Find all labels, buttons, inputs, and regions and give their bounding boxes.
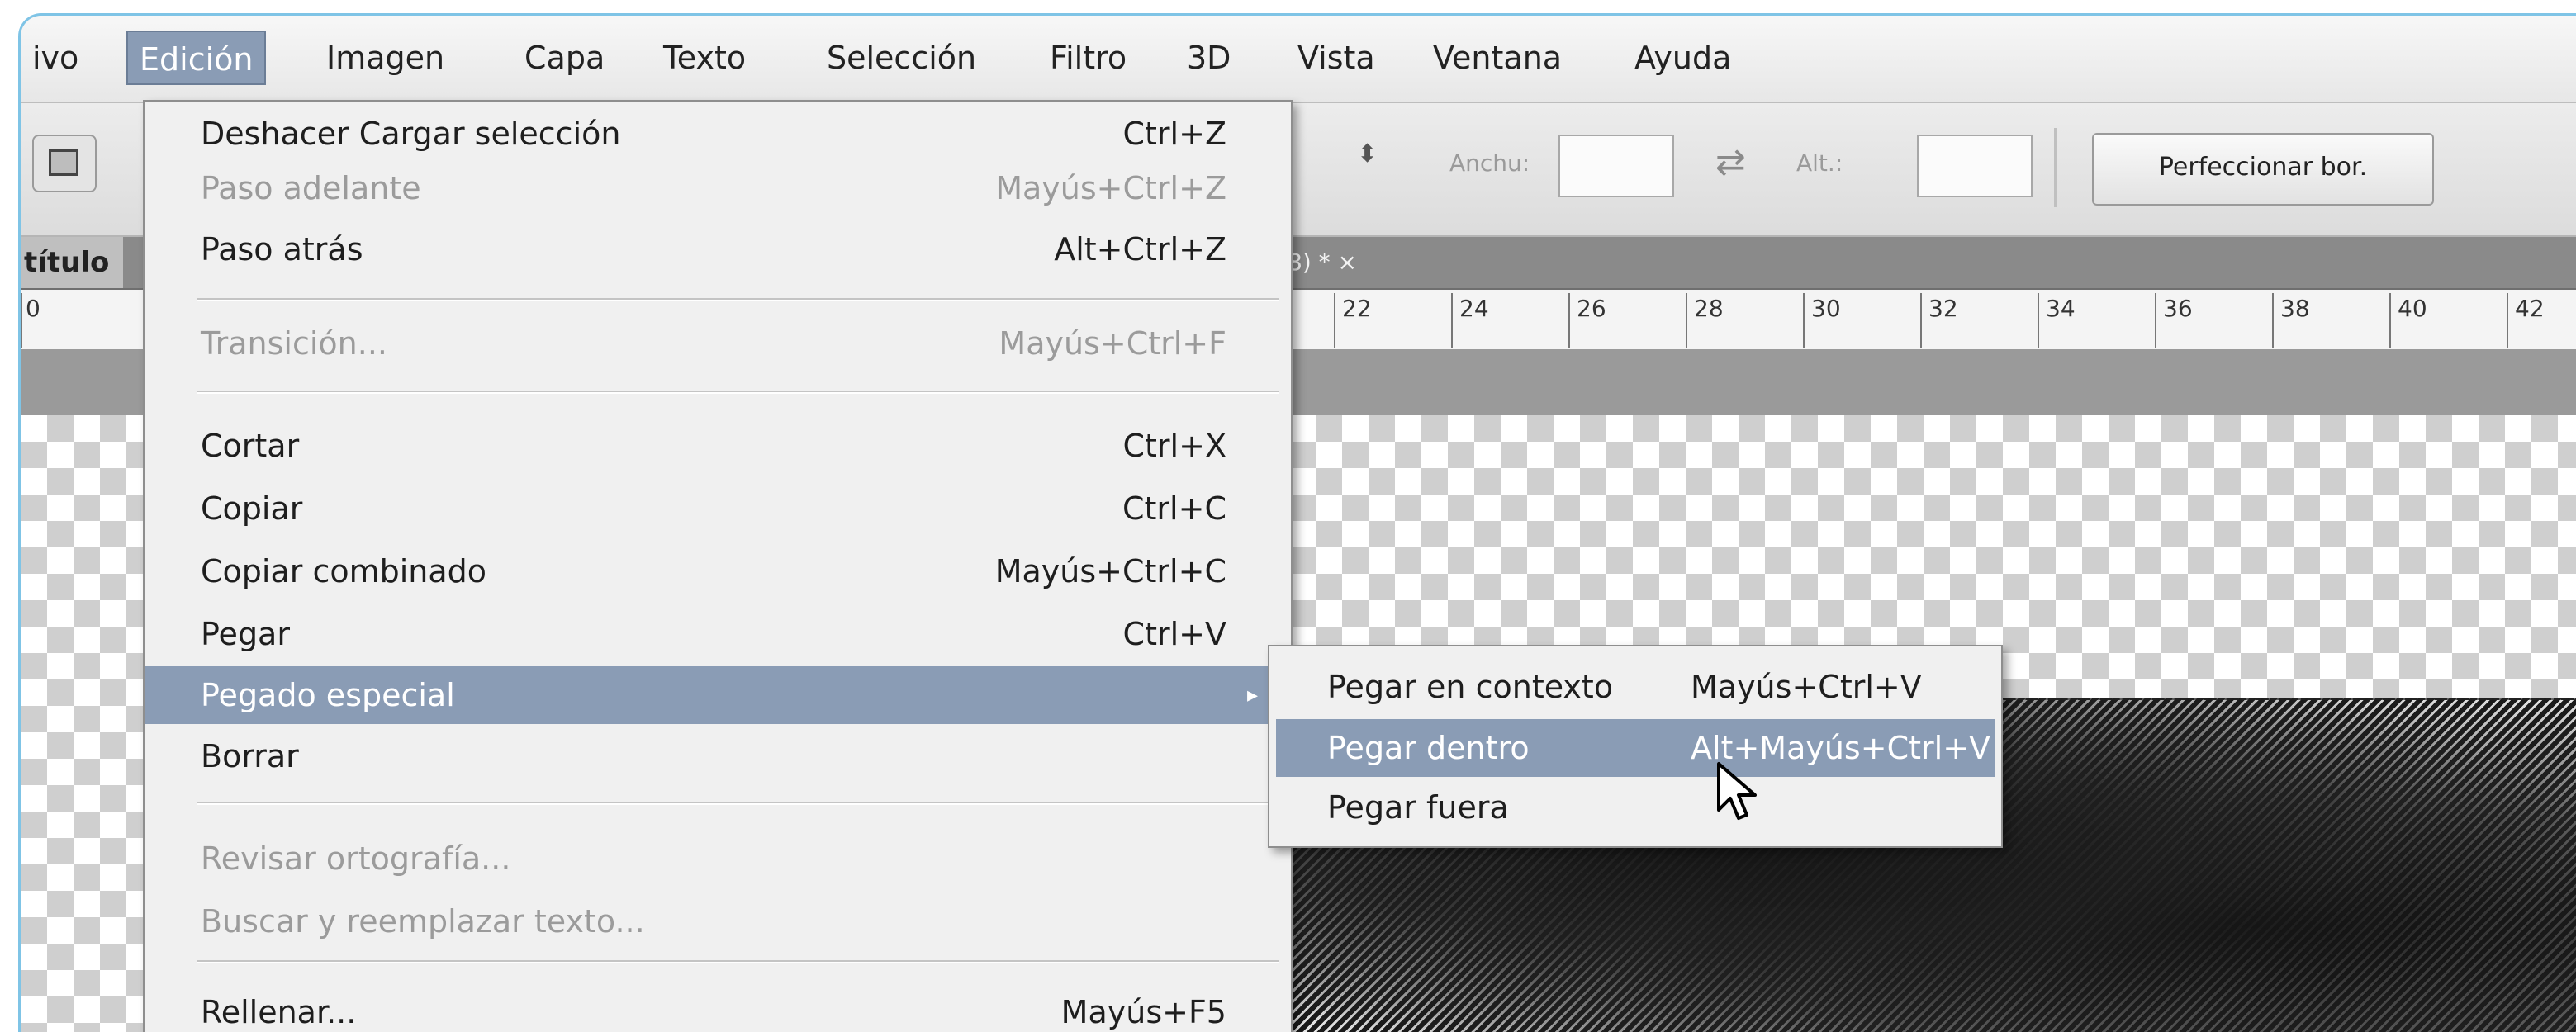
submenu-item-paste-outside[interactable]: Pegar fuera — [1276, 779, 1995, 836]
ruler-tick — [2389, 293, 2391, 348]
menu-ayuda[interactable]: Ayuda — [1623, 31, 1743, 85]
menu-separator — [197, 391, 1279, 394]
ruler-tick — [21, 293, 22, 348]
rectangle-marquee-icon — [49, 149, 78, 176]
ruler-label: 22 — [1342, 295, 1372, 322]
refine-edge-button[interactable]: Perfeccionar bor. — [2092, 133, 2434, 206]
ruler-label: 28 — [1694, 295, 1724, 322]
menu-item-step-backward[interactable]: Paso atrás Alt+Ctrl+Z — [145, 220, 1291, 278]
ruler-label: 34 — [2046, 295, 2076, 322]
ruler-tick — [1686, 293, 1687, 348]
ruler-label: 32 — [1928, 295, 1958, 322]
menu-separator — [197, 298, 1279, 301]
ruler-tick — [1568, 293, 1570, 348]
ruler-tick — [1451, 293, 1453, 348]
menu-capa[interactable]: Capa — [513, 31, 616, 85]
menu-vista[interactable]: Vista — [1286, 31, 1387, 85]
menu-item-fill[interactable]: Rellenar... Mayús+F5 — [145, 983, 1291, 1032]
document-tab-title[interactable]: 8) * × — [1288, 237, 1357, 288]
menu-3d[interactable]: 3D — [1175, 31, 1242, 85]
rectangle-marquee-button[interactable] — [32, 135, 97, 192]
menu-item-step-forward: Paso adelante Mayús+Ctrl+Z — [201, 170, 1226, 206]
ruler-label: 40 — [2398, 295, 2427, 322]
menu-edicion[interactable]: Edición — [126, 31, 267, 85]
menu-item-copy-merged[interactable]: Copiar combinado Mayús+Ctrl+C — [145, 542, 1291, 600]
ruler-label: 30 — [1811, 295, 1841, 322]
menu-separator — [197, 802, 1279, 805]
submenu-arrow-icon: ▸ — [1246, 683, 1258, 708]
menu-item-fade: Transición... Mayús+Ctrl+F — [201, 325, 1226, 362]
ruler-tick — [1334, 293, 1335, 348]
menu-item-cut[interactable]: Cortar Ctrl+X — [145, 417, 1291, 475]
ruler-tick — [2507, 293, 2508, 348]
height-label: Alt.: — [1796, 149, 1843, 177]
swap-arrows-icon[interactable]: ⇄ — [1715, 141, 1746, 183]
menu-filtro[interactable]: Filtro — [1038, 31, 1138, 85]
menu-archivo[interactable]: ivo — [21, 31, 90, 85]
menu-item-clear[interactable]: Borrar — [145, 727, 1291, 785]
document-tab[interactable]: título — [21, 237, 123, 288]
menu-item-paste-special[interactable]: Pegado especial ▸ — [145, 666, 1291, 724]
menu-ventana[interactable]: Ventana — [1421, 31, 1573, 85]
mouse-pointer-icon — [1717, 762, 1757, 820]
ruler-label: 36 — [2163, 295, 2193, 322]
height-field[interactable] — [1917, 135, 2033, 197]
menu-item-check-spelling: Revisar ortografía... — [201, 840, 511, 877]
options-separator — [2054, 128, 2057, 207]
ruler-tick — [2272, 293, 2274, 348]
app-window: ivo Edición Imagen Capa Texto Selección … — [18, 13, 2576, 1032]
ruler-tick — [1920, 293, 1922, 348]
menu-texto[interactable]: Texto — [652, 31, 757, 85]
menu-item-undo[interactable]: Deshacer Cargar selección Ctrl+Z — [145, 105, 1291, 163]
select-arrows-icon[interactable]: ⬍ — [1357, 140, 1378, 168]
ruler-label: 26 — [1577, 295, 1606, 322]
submenu-item-paste-in-place[interactable]: Pegar en contexto Mayús+Ctrl+V — [1276, 658, 1995, 716]
paste-special-submenu: Pegar en contexto Mayús+Ctrl+V Pegar dent… — [1268, 645, 2003, 848]
width-field[interactable] — [1558, 135, 1674, 197]
edit-menu: Deshacer Cargar selección Ctrl+Z Paso ade… — [143, 100, 1293, 1032]
menu-item-paste[interactable]: Pegar Ctrl+V — [145, 605, 1291, 663]
ruler-label: 42 — [2515, 295, 2545, 322]
menu-item-copy[interactable]: Copiar Ctrl+C — [145, 480, 1291, 537]
submenu-item-paste-into[interactable]: Pegar dentro Alt+Mayús+Ctrl+V — [1276, 719, 1995, 777]
ruler-label: 38 — [2280, 295, 2310, 322]
menu-imagen[interactable]: Imagen — [315, 31, 456, 85]
width-label: Anchu: — [1449, 149, 1530, 177]
menu-separator — [197, 960, 1279, 963]
ruler-tick — [1803, 293, 1805, 348]
menu-seleccion[interactable]: Selección — [815, 31, 988, 85]
ruler-label: 24 — [1459, 295, 1489, 322]
ruler-label: 0 — [26, 295, 40, 322]
ruler-tick — [2038, 293, 2039, 348]
menu-item-find-replace: Buscar y reemplazar texto... — [201, 903, 645, 940]
ruler-tick — [2155, 293, 2156, 348]
menu-bar: ivo Edición Imagen Capa Texto Selección … — [21, 16, 2576, 103]
